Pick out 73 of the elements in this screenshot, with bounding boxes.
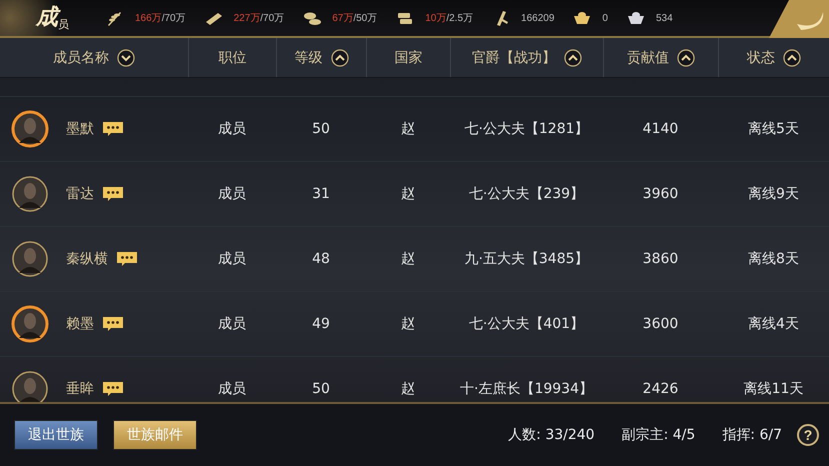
resource-amount: 166209: [521, 12, 554, 24]
log-icon: [204, 10, 224, 26]
member-stat: 指挥: 6/7: [722, 426, 782, 444]
table-cell-text: 成员: [217, 315, 247, 333]
sort-up-icon[interactable]: [677, 48, 695, 66]
table-cell-text: 赵: [400, 250, 416, 268]
table-cell-text: 4140: [642, 121, 680, 137]
table-cell-text: 49: [311, 316, 331, 332]
member-name[interactable]: 雷达: [66, 185, 94, 203]
sort-up-icon[interactable]: [783, 48, 801, 66]
table-cell-text: 3600: [642, 316, 680, 332]
resource-amount: 67万/50万: [332, 12, 378, 25]
member-name[interactable]: 垂眸: [66, 380, 94, 398]
table-cell-text: 九·五大夫【3485】: [463, 250, 590, 268]
sort-down-icon[interactable]: [117, 48, 135, 66]
chat-bubble-icon[interactable]: [102, 186, 124, 202]
table-cell-text: 离线9天: [747, 185, 800, 203]
table-cell-text: 成员: [217, 185, 247, 203]
column-header[interactable]: 国家: [394, 48, 422, 66]
table-cell-text: 七·公大夫【239】: [468, 185, 586, 203]
table-cell-text: 3960: [642, 186, 680, 202]
table-cell-text: 成员: [217, 250, 247, 268]
help-button[interactable]: ?: [797, 424, 819, 446]
stone-icon: [302, 10, 322, 26]
table-cell-text: 七·公大夫【1281】: [463, 120, 590, 138]
table-cell-text: 50: [311, 121, 331, 137]
column-header[interactable]: 贡献值: [627, 48, 669, 66]
avatar-icon[interactable]: [10, 174, 50, 214]
column-header[interactable]: 职位: [218, 48, 246, 66]
member-stat: 副宗主: 4/5: [622, 426, 696, 444]
member-name[interactable]: 秦纵横: [66, 250, 108, 268]
ingot-icon: [626, 10, 646, 26]
table-cell-text: 31: [311, 186, 331, 202]
table-cell-text: 离线8天: [747, 250, 800, 268]
table-cell-text: 离线4天: [747, 315, 800, 333]
resource-amount: 166万/70万: [135, 12, 186, 25]
table-cell-text: 离线5天: [747, 120, 800, 138]
avatar-icon[interactable]: [10, 304, 50, 344]
table-cell-text: 成员: [217, 380, 247, 398]
table-cell-text: 赵: [400, 185, 416, 203]
table-cell-text: 3860: [642, 251, 680, 267]
leave-clan-button[interactable]: 退出世族: [14, 420, 98, 450]
column-header[interactable]: 状态: [747, 48, 775, 66]
resource-amount: 227万/70万: [234, 12, 284, 25]
table-cell-text: 2426: [642, 381, 680, 397]
column-header[interactable]: 官爵【战功】: [472, 48, 556, 66]
table-cell-text: 七·公大夫【401】: [468, 315, 586, 333]
column-header[interactable]: 等级: [294, 48, 322, 66]
resource-amount: 0: [602, 12, 608, 24]
avatar-icon[interactable]: [10, 109, 50, 149]
sort-up-icon[interactable]: [564, 48, 582, 66]
member-stat: 人数: 33/240: [508, 426, 595, 444]
corner-ornament-icon: [769, 0, 829, 38]
ingot-icon: [572, 10, 592, 26]
table-cell-text: 赵: [400, 315, 416, 333]
chat-bubble-icon[interactable]: [102, 316, 124, 332]
resource-amount: 10万/2.5万: [425, 12, 474, 25]
table-cell-text: 十·左庶长【19934】: [459, 380, 594, 398]
table-cell-text: 48: [311, 251, 331, 267]
table-cell-text: 赵: [400, 380, 416, 398]
table-cell-text: 50: [311, 381, 331, 397]
avatar-icon[interactable]: [10, 239, 50, 279]
resource-amount: 534: [656, 12, 673, 24]
member-name[interactable]: 赖墨: [66, 315, 94, 333]
chat-bubble-icon[interactable]: [102, 381, 124, 397]
chat-bubble-icon[interactable]: [102, 121, 124, 137]
table-cell-text: 离线11天: [742, 380, 804, 398]
sort-up-icon[interactable]: [330, 48, 348, 66]
table-cell-text: 成员: [217, 120, 247, 138]
table-cell-text: 赵: [400, 120, 416, 138]
chat-bubble-icon[interactable]: [116, 251, 138, 267]
member-name[interactable]: 墨默: [66, 120, 94, 138]
column-header[interactable]: 成员名称: [53, 48, 109, 66]
